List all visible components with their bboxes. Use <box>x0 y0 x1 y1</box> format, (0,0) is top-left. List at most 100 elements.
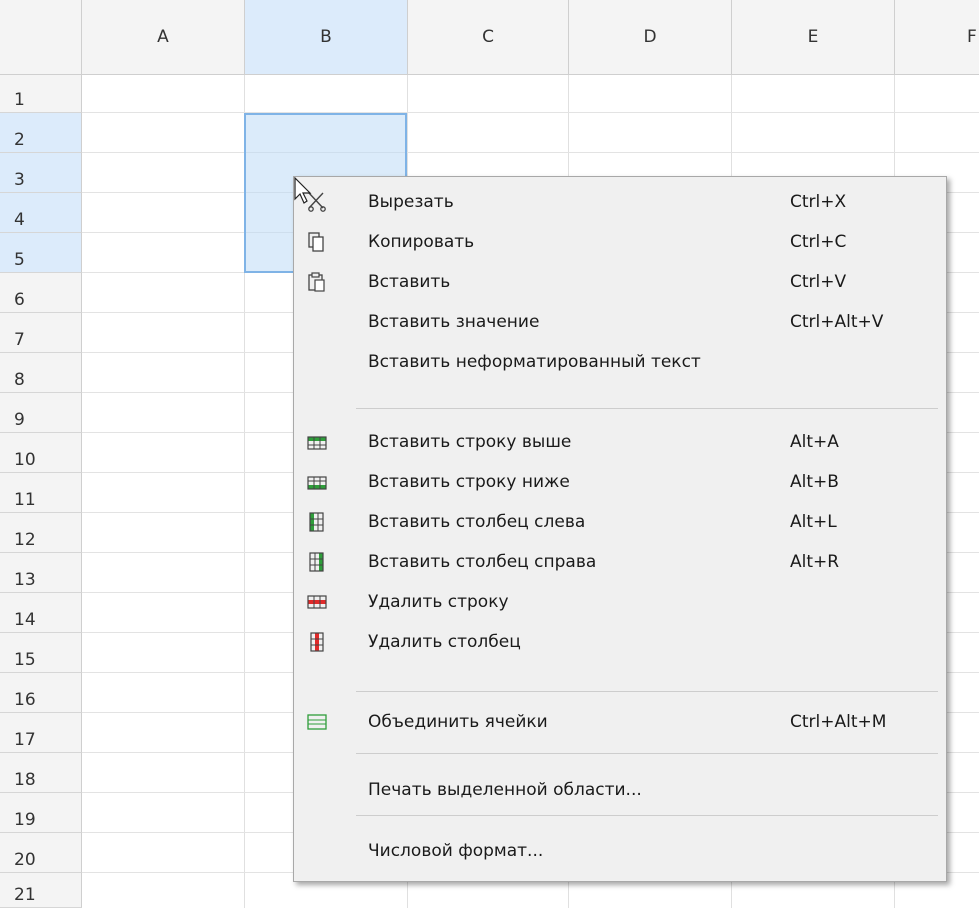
menu-item-label: Числовой формат... <box>368 841 544 861</box>
menu-item-label: Копировать <box>368 232 475 252</box>
menu-item-copy[interactable]: Копировать Ctrl+C <box>294 223 946 261</box>
row-header-21[interactable]: 21 <box>0 873 82 908</box>
row-header-11[interactable]: 11 <box>0 473 82 513</box>
menu-item-shortcut: Alt+B <box>790 472 839 492</box>
column-label: B <box>320 27 332 47</box>
menu-item-label: Вставить столбец справа <box>368 552 597 572</box>
row-header-15[interactable]: 15 <box>0 633 82 673</box>
row-label: 11 <box>14 490 36 510</box>
row-label: 4 <box>14 210 25 230</box>
row-header-7[interactable]: 7 <box>0 313 82 353</box>
menu-item-insert-column-right[interactable]: Вставить столбец справа Alt+R <box>294 543 946 581</box>
column-header-a[interactable]: A <box>82 0 245 75</box>
row-header-18[interactable]: 18 <box>0 753 82 793</box>
mouse-pointer-icon <box>294 176 312 209</box>
row-label: 5 <box>14 250 25 270</box>
insert-column-right-icon <box>306 551 328 573</box>
row-label: 20 <box>14 850 36 870</box>
menu-item-paste-unformatted[interactable]: Вставить неформатированный текст <box>294 343 946 381</box>
merge-cells-icon <box>306 711 328 733</box>
menu-item-label: Удалить столбец <box>368 632 521 652</box>
row-label: 3 <box>14 170 25 190</box>
row-header-3[interactable]: 3 <box>0 153 82 193</box>
grid-line <box>82 112 979 113</box>
menu-item-shortcut: Alt+R <box>790 552 840 572</box>
menu-item-delete-row[interactable]: Удалить строку <box>294 583 946 621</box>
menu-item-label: Вставить столбец слева <box>368 512 586 532</box>
row-label: 18 <box>14 770 36 790</box>
menu-item-delete-column[interactable]: Удалить столбец <box>294 623 946 661</box>
column-label: F <box>967 27 977 47</box>
menu-item-insert-row-below[interactable]: Вставить строку ниже Alt+B <box>294 463 946 501</box>
row-label: 2 <box>14 130 25 150</box>
menu-item-shortcut: Ctrl+C <box>790 232 847 252</box>
row-header-6[interactable]: 6 <box>0 273 82 313</box>
menu-item-label: Печать выделенной области... <box>368 780 642 800</box>
select-all-corner[interactable] <box>0 0 82 75</box>
menu-separator <box>356 753 938 754</box>
row-header-12[interactable]: 12 <box>0 513 82 553</box>
row-header-13[interactable]: 13 <box>0 553 82 593</box>
insert-row-above-icon <box>306 431 328 453</box>
menu-separator <box>356 815 938 816</box>
column-label: A <box>157 27 169 47</box>
menu-item-print-selection[interactable]: Печать выделенной области... <box>294 771 946 809</box>
row-header-8[interactable]: 8 <box>0 353 82 393</box>
menu-item-paste[interactable]: Вставить Ctrl+V <box>294 263 946 301</box>
menu-item-cut[interactable]: Вырезать Ctrl+X <box>294 183 946 221</box>
column-label: D <box>643 27 657 47</box>
menu-separator <box>356 408 938 409</box>
menu-item-number-format[interactable]: Числовой формат... <box>294 832 946 870</box>
column-header-c[interactable]: C <box>408 0 569 75</box>
row-label: 21 <box>14 885 36 905</box>
row-header-20[interactable]: 20 <box>0 833 82 873</box>
row-label: 19 <box>14 810 36 830</box>
menu-item-label: Объединить ячейки <box>368 712 548 732</box>
menu-item-label: Вставить строку ниже <box>368 472 570 492</box>
row-label: 12 <box>14 530 36 550</box>
menu-item-shortcut: Alt+A <box>790 432 839 452</box>
row-header-1[interactable]: 1 <box>0 75 82 113</box>
copy-icon <box>306 231 328 253</box>
row-label: 1 <box>14 90 25 110</box>
row-header-5[interactable]: 5 <box>0 233 82 273</box>
row-header-19[interactable]: 19 <box>0 793 82 833</box>
column-label: C <box>482 27 494 47</box>
delete-column-icon <box>306 631 328 653</box>
column-label: E <box>807 27 819 47</box>
row-header-17[interactable]: 17 <box>0 713 82 753</box>
row-header-16[interactable]: 16 <box>0 673 82 713</box>
grid-line <box>82 152 979 153</box>
row-header-2[interactable]: 2 <box>0 113 82 153</box>
column-header-e[interactable]: E <box>732 0 895 75</box>
delete-row-icon <box>306 591 328 613</box>
context-menu: Вырезать Ctrl+X Копировать Ctrl+C Встави… <box>293 176 947 882</box>
menu-item-label: Вставить неформатированный текст <box>368 352 701 372</box>
menu-item-shortcut: Ctrl+Alt+M <box>790 712 887 732</box>
insert-row-below-icon <box>306 471 328 493</box>
row-header-9[interactable]: 9 <box>0 393 82 433</box>
column-header-d[interactable]: D <box>569 0 732 75</box>
row-label: 15 <box>14 650 36 670</box>
column-header-f[interactable]: F <box>895 0 979 75</box>
row-header-14[interactable]: 14 <box>0 593 82 633</box>
row-label: 9 <box>14 410 25 430</box>
insert-column-left-icon <box>306 511 328 533</box>
menu-item-insert-row-above[interactable]: Вставить строку выше Alt+A <box>294 423 946 461</box>
menu-item-insert-column-left[interactable]: Вставить столбец слева Alt+L <box>294 503 946 541</box>
menu-item-shortcut: Ctrl+X <box>790 192 847 212</box>
row-header-10[interactable]: 10 <box>0 433 82 473</box>
menu-item-merge-cells[interactable]: Объединить ячейки Ctrl+Alt+M <box>294 703 946 741</box>
menu-item-label: Удалить строку <box>368 592 509 612</box>
row-header-4[interactable]: 4 <box>0 193 82 233</box>
menu-item-shortcut: Ctrl+Alt+V <box>790 312 884 332</box>
menu-item-label: Вставить строку выше <box>368 432 572 452</box>
column-header-b[interactable]: B <box>245 0 408 75</box>
menu-separator <box>356 691 938 692</box>
row-label: 8 <box>14 370 25 390</box>
menu-item-shortcut: Alt+L <box>790 512 837 532</box>
row-label: 13 <box>14 570 36 590</box>
row-label: 7 <box>14 330 25 350</box>
menu-item-paste-value[interactable]: Вставить значение Ctrl+Alt+V <box>294 303 946 341</box>
row-label: 10 <box>14 450 36 470</box>
